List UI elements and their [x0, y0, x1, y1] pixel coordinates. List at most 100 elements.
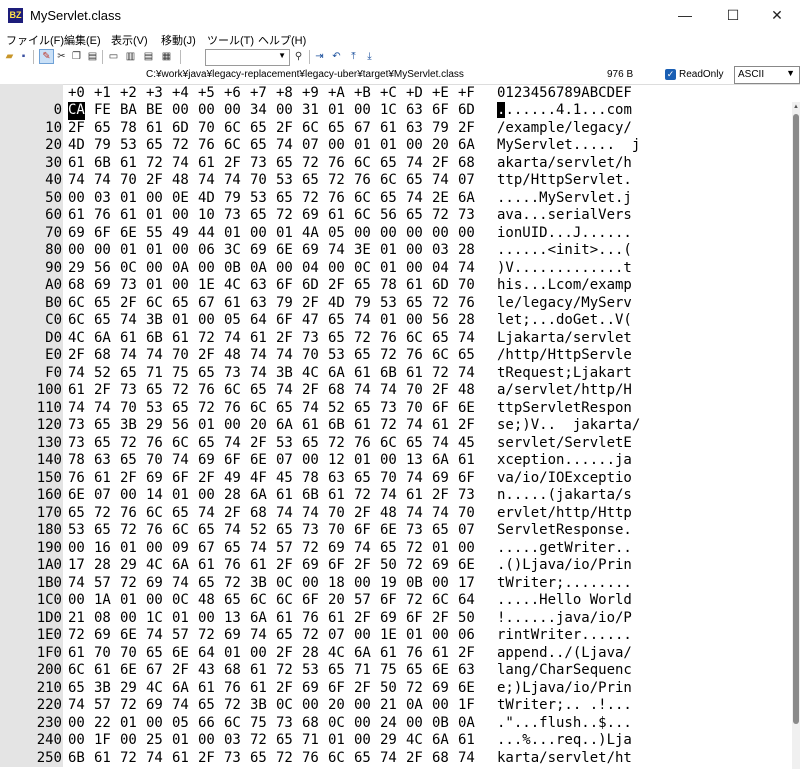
- hex-byte[interactable]: 6F: [328, 557, 345, 575]
- hex-byte[interactable]: 65: [302, 435, 319, 453]
- hex-byte[interactable]: 1E: [380, 627, 397, 645]
- hex-byte[interactable]: 52: [94, 365, 111, 383]
- hex-byte[interactable]: 2F: [172, 662, 189, 680]
- hex-byte[interactable]: 6C: [432, 592, 449, 610]
- hex-byte[interactable]: 68: [68, 277, 85, 295]
- hex-byte[interactable]: 6A: [172, 680, 189, 698]
- hex-byte[interactable]: 74: [328, 242, 345, 260]
- hex-byte[interactable]: 6E: [276, 242, 293, 260]
- hex-byte[interactable]: 74: [146, 750, 163, 768]
- hex-byte[interactable]: 00: [68, 732, 85, 750]
- hex-byte[interactable]: 72: [68, 627, 85, 645]
- hex-byte[interactable]: 06: [198, 242, 215, 260]
- hex-byte[interactable]: 00: [354, 225, 371, 243]
- hex-byte[interactable]: 6F: [328, 680, 345, 698]
- hex-byte[interactable]: 76: [146, 522, 163, 540]
- hex-byte[interactable]: 05: [224, 312, 241, 330]
- hex-byte[interactable]: 72: [380, 347, 397, 365]
- hex-byte[interactable]: 70: [302, 347, 319, 365]
- hex-byte[interactable]: 2E: [432, 190, 449, 208]
- hex-byte[interactable]: 29: [120, 557, 137, 575]
- hex-byte[interactable]: 48: [224, 347, 241, 365]
- hex-byte[interactable]: 76: [406, 347, 423, 365]
- hex-byte[interactable]: 2F: [276, 645, 293, 663]
- close-button[interactable]: ✕: [754, 0, 800, 30]
- hex-byte[interactable]: 6C: [250, 592, 267, 610]
- hex-byte[interactable]: 01: [432, 540, 449, 558]
- hex-byte[interactable]: 76: [354, 435, 371, 453]
- hex-byte[interactable]: 70: [458, 277, 475, 295]
- hex-byte[interactable]: 0C: [354, 260, 371, 278]
- hex-byte[interactable]: 61: [94, 662, 111, 680]
- hex-byte[interactable]: 6C: [328, 750, 345, 768]
- hex-byte[interactable]: 2F: [302, 382, 319, 400]
- hex-byte[interactable]: 45: [458, 435, 475, 453]
- hex-byte[interactable]: 76: [458, 295, 475, 313]
- hex-byte[interactable]: 48: [172, 172, 189, 190]
- hex-byte[interactable]: 6D: [458, 102, 475, 120]
- ascii-text[interactable]: ttpServletRespon: [497, 400, 632, 418]
- hex-byte[interactable]: 6E: [250, 452, 267, 470]
- hex-byte[interactable]: 00: [354, 575, 371, 593]
- hex-byte[interactable]: 0A: [250, 260, 267, 278]
- hex-byte[interactable]: 69: [224, 627, 241, 645]
- hex-byte[interactable]: 2F: [276, 680, 293, 698]
- hex-byte[interactable]: 74: [250, 347, 267, 365]
- hex-byte[interactable]: 61: [328, 610, 345, 628]
- hex-byte[interactable]: 61: [432, 417, 449, 435]
- hex-byte[interactable]: 07: [328, 627, 345, 645]
- hex-byte[interactable]: 61: [172, 750, 189, 768]
- hex-byte[interactable]: 74: [458, 260, 475, 278]
- hex-byte[interactable]: 16: [94, 540, 111, 558]
- menu-move[interactable]: 移動(J): [161, 32, 196, 48]
- hex-byte[interactable]: 65: [328, 330, 345, 348]
- hex-byte[interactable]: 74: [406, 417, 423, 435]
- hex-byte[interactable]: 6E: [120, 627, 137, 645]
- hex-byte[interactable]: 74: [380, 382, 397, 400]
- hex-byte[interactable]: 6B: [328, 417, 345, 435]
- hex-byte[interactable]: 4C: [224, 277, 241, 295]
- ascii-text[interactable]: akarta/servlet/h: [497, 155, 632, 173]
- hex-byte[interactable]: 48: [458, 382, 475, 400]
- hex-byte[interactable]: 2F: [354, 680, 371, 698]
- hex-byte[interactable]: 01: [120, 540, 137, 558]
- hex-byte[interactable]: 69: [302, 207, 319, 225]
- hex-byte[interactable]: 49: [172, 225, 189, 243]
- hex-byte[interactable]: 2F: [146, 172, 163, 190]
- hex-byte[interactable]: 79: [354, 295, 371, 313]
- hex-byte[interactable]: 00: [172, 207, 189, 225]
- hex-byte[interactable]: 2F: [94, 382, 111, 400]
- hex-byte[interactable]: 78: [380, 277, 397, 295]
- hex-byte[interactable]: 48: [198, 592, 215, 610]
- hex-byte[interactable]: 65: [198, 697, 215, 715]
- hex-byte[interactable]: 6C: [68, 312, 85, 330]
- hex-byte[interactable]: 76: [224, 400, 241, 418]
- hex-byte[interactable]: 67: [354, 120, 371, 138]
- paste-icon[interactable]: ▤: [86, 50, 99, 63]
- hex-byte[interactable]: 65: [172, 400, 189, 418]
- hex-byte[interactable]: 1F: [94, 732, 111, 750]
- mark-bottom-icon[interactable]: ⤓: [363, 50, 376, 63]
- hex-byte[interactable]: 01: [406, 627, 423, 645]
- hex-byte[interactable]: 69: [94, 627, 111, 645]
- hex-byte[interactable]: 65: [406, 207, 423, 225]
- hex-byte[interactable]: 17: [458, 575, 475, 593]
- hex-byte[interactable]: 2F: [68, 347, 85, 365]
- hex-byte[interactable]: 78: [120, 120, 137, 138]
- hex-byte[interactable]: 55: [146, 225, 163, 243]
- hex-byte[interactable]: 61: [276, 610, 293, 628]
- hex-byte[interactable]: 53: [380, 295, 397, 313]
- hex-byte[interactable]: 65: [94, 522, 111, 540]
- hex-byte[interactable]: 6C: [172, 435, 189, 453]
- hex-byte[interactable]: 00: [354, 102, 371, 120]
- hex-byte[interactable]: 01: [380, 137, 397, 155]
- hex-byte[interactable]: 00: [458, 225, 475, 243]
- hex-byte[interactable]: 00: [120, 487, 137, 505]
- ascii-text[interactable]: lang/CharSequenc: [497, 662, 632, 680]
- ascii-text[interactable]: le/legacy/MyServ: [497, 295, 632, 313]
- hex-byte[interactable]: 66: [198, 715, 215, 733]
- hex-byte[interactable]: 64: [198, 645, 215, 663]
- hex-byte[interactable]: 61: [120, 207, 137, 225]
- scrollbar-thumb[interactable]: [793, 114, 799, 724]
- hex-byte[interactable]: 65: [432, 522, 449, 540]
